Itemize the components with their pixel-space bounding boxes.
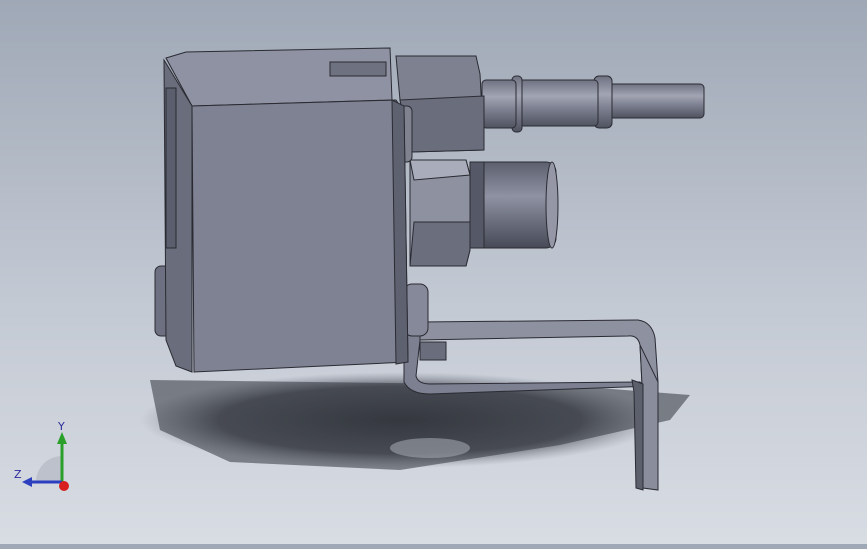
view-orientation-triad: Y Z: [10, 420, 80, 500]
3d-viewport[interactable]: [0, 0, 867, 544]
x-axis-dot: [59, 481, 69, 491]
y-axis-label: Y: [57, 420, 65, 433]
y-axis-head: [57, 432, 67, 444]
triad-quadrant: [36, 456, 62, 482]
model-canvas[interactable]: [0, 0, 867, 544]
hex-nut[interactable]: [409, 159, 471, 267]
z-axis-label: Z: [14, 468, 22, 481]
lower-port[interactable]: [469, 161, 559, 249]
main-body[interactable]: [163, 47, 409, 373]
z-axis-head: [22, 477, 32, 487]
upper-fitting[interactable]: [395, 55, 705, 153]
